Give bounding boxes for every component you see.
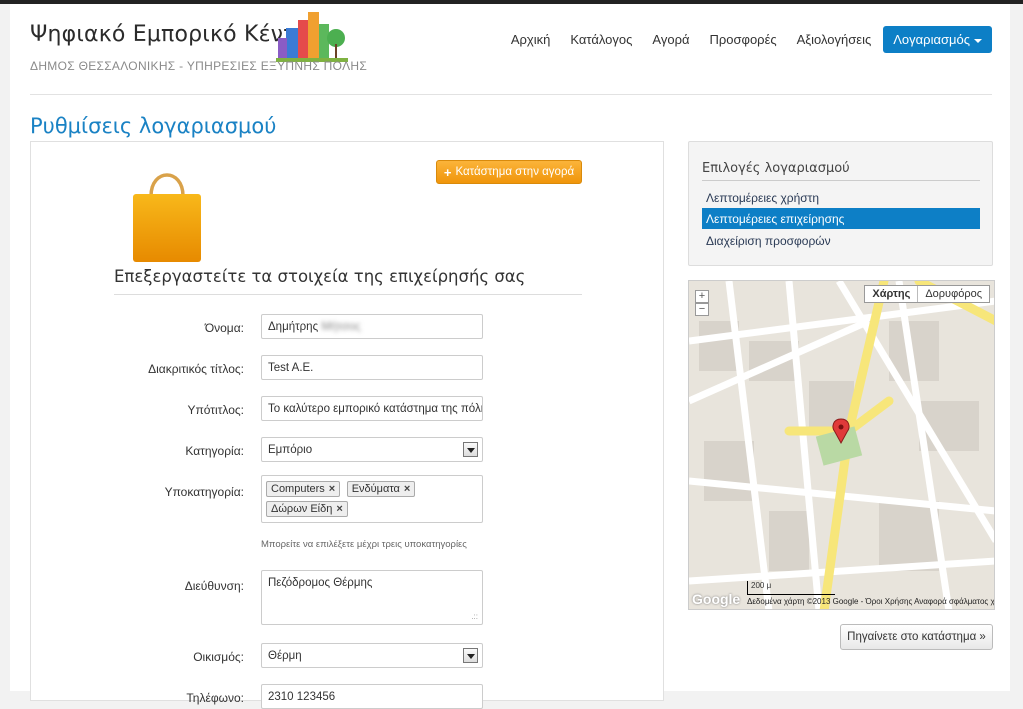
dropdown-arrow-icon[interactable] [463,442,478,457]
name-value: Δημήτρης [268,321,319,333]
dropdown-arrow-icon[interactable] [463,648,478,663]
phone-input[interactable]: 2310 123456 [261,684,483,709]
settlement-value: Θέρμη [268,650,302,662]
subcategory-tag-label: Δώρων Είδη [271,503,333,515]
page: Ψηφιακό Εμπορικό Κέντρο ΔΗΜΟΣ ΘΕΣΣΑΛΟΝΙΚ… [10,4,1010,709]
subcategory-tag[interactable]: Computers × [266,481,341,497]
nav-offers[interactable]: Προσφορές [699,26,786,53]
zoom-out-button[interactable]: − [695,303,709,316]
name-value-blurred: Μήτσος [321,321,361,333]
nav-home[interactable]: Αρχική [501,26,561,53]
site-subtitle: ΔΗΜΟΣ ΘΕΣΣΑΛΟΝΙΚΗΣ - ΥΠΗΡΕΣΙΕΣ ΕΞΥΠΝΗΣ Π… [30,59,368,73]
map-type-satellite[interactable]: Δορυφόρος [918,286,989,302]
section-title: Επεξεργαστείτε τα στοιχεία της επιχείρησ… [114,267,526,286]
subcategory-tag[interactable]: Ενδύματα × [346,481,416,497]
resize-grip-icon[interactable]: .:: [471,612,478,621]
zoom-in-button[interactable]: + [695,290,709,303]
account-options-title: Επιλογές λογαριασμού [702,161,850,176]
google-logo: Google [692,591,741,607]
business-form-panel: + Κατάστημα στην αγορά Επεξεργαστείτε τα… [30,141,664,709]
section-divider [114,294,582,295]
subtitle-input[interactable]: Το καλύτερο εμπορικό κατάστημα της πόλης [261,396,483,421]
sidebar-item-user-details[interactable]: Λεπτομέρειες χρήστη [702,187,980,208]
remove-tag-icon[interactable]: × [404,483,410,495]
subcategory-multiselect[interactable]: Computers × Ενδύματα × Δώρων Είδη × [261,475,483,523]
sidebar-item-business-details[interactable]: Λεπτομέρειες επιχείρησης [702,208,980,229]
remove-tag-icon[interactable]: × [329,483,335,495]
address-value: Πεζόδρομος Θέρμης [268,577,373,589]
title-input[interactable]: Test A.E. [261,355,483,380]
map-canvas[interactable] [689,281,995,610]
category-label: Κατηγορία: [185,444,244,458]
map-scale: 200 μ [747,581,835,595]
account-label: Λογαριασμός [893,32,970,47]
title-label: Διακριτικός τίτλος: [148,362,244,376]
nav-reviews[interactable]: Αξιολογήσεις [787,26,882,53]
shopping-bag-icon [133,173,201,262]
subtitle-label: Υπότιτλος: [187,403,244,417]
header-divider [30,94,992,95]
account-options-divider [702,180,980,181]
caret-down-icon [974,38,982,43]
go-to-store-button[interactable]: Πηγαίνετε στο κατάστημα » [840,624,993,650]
subcategory-label: Υποκατηγορία: [164,485,244,499]
nav-market[interactable]: Αγορά [642,26,699,53]
account-dropdown-button[interactable]: Λογαριασμός [883,26,992,53]
page-title: Ρυθμίσεις λογαριασμού [30,114,277,138]
address-label: Διεύθυνση: [184,579,244,593]
map-type-toggle: Χάρτης Δορυφόρος [864,285,990,303]
location-map[interactable]: + − Χάρτης Δορυφόρος 200 μ Google Δεδομέ… [688,280,995,610]
map-zoom-control: + − [695,290,709,316]
subcategory-help-text: Μπορείτε να επιλέξετε μέχρι τρεις υποκατ… [261,539,467,550]
map-type-map[interactable]: Χάρτης [865,286,919,302]
nav-catalog[interactable]: Κατάλογος [560,26,642,53]
main-nav: Αρχική Κατάλογος Αγορά Προσφορές Αξιολογ… [501,26,992,53]
settlement-label: Οικισμός: [193,650,244,664]
plus-icon: + [443,164,452,180]
subcategory-tag[interactable]: Δώρων Είδη × [266,501,348,517]
account-options-panel: Επιλογές λογαριασμού Λεπτομέρειες χρήστη… [688,141,993,266]
store-in-market-button[interactable]: + Κατάστημα στην αγορά [436,160,582,184]
address-textarea[interactable]: Πεζόδρομος Θέρμης.:: [261,570,483,625]
map-footer[interactable]: Δεδομένα χάρτη ©2013 Google - Όροι Χρήση… [747,597,994,606]
category-value: Εμπόριο [268,444,313,456]
settlement-select[interactable]: Θέρμη [261,643,483,668]
category-select[interactable]: Εμπόριο [261,437,483,462]
store-in-market-label: Κατάστημα στην αγορά [455,166,575,178]
sidebar-item-manage-offers[interactable]: Διαχείριση προσφορών [702,230,980,251]
city-logo-icon [276,12,348,62]
subcategory-tag-label: Ενδύματα [351,483,400,495]
subcategory-tag-label: Computers [271,483,325,495]
remove-tag-icon[interactable]: × [336,503,342,515]
name-label: Όνομα: [204,321,244,335]
phone-label: Τηλέφωνο: [186,691,244,705]
name-input[interactable]: Δημήτρης Μήτσος [261,314,483,339]
